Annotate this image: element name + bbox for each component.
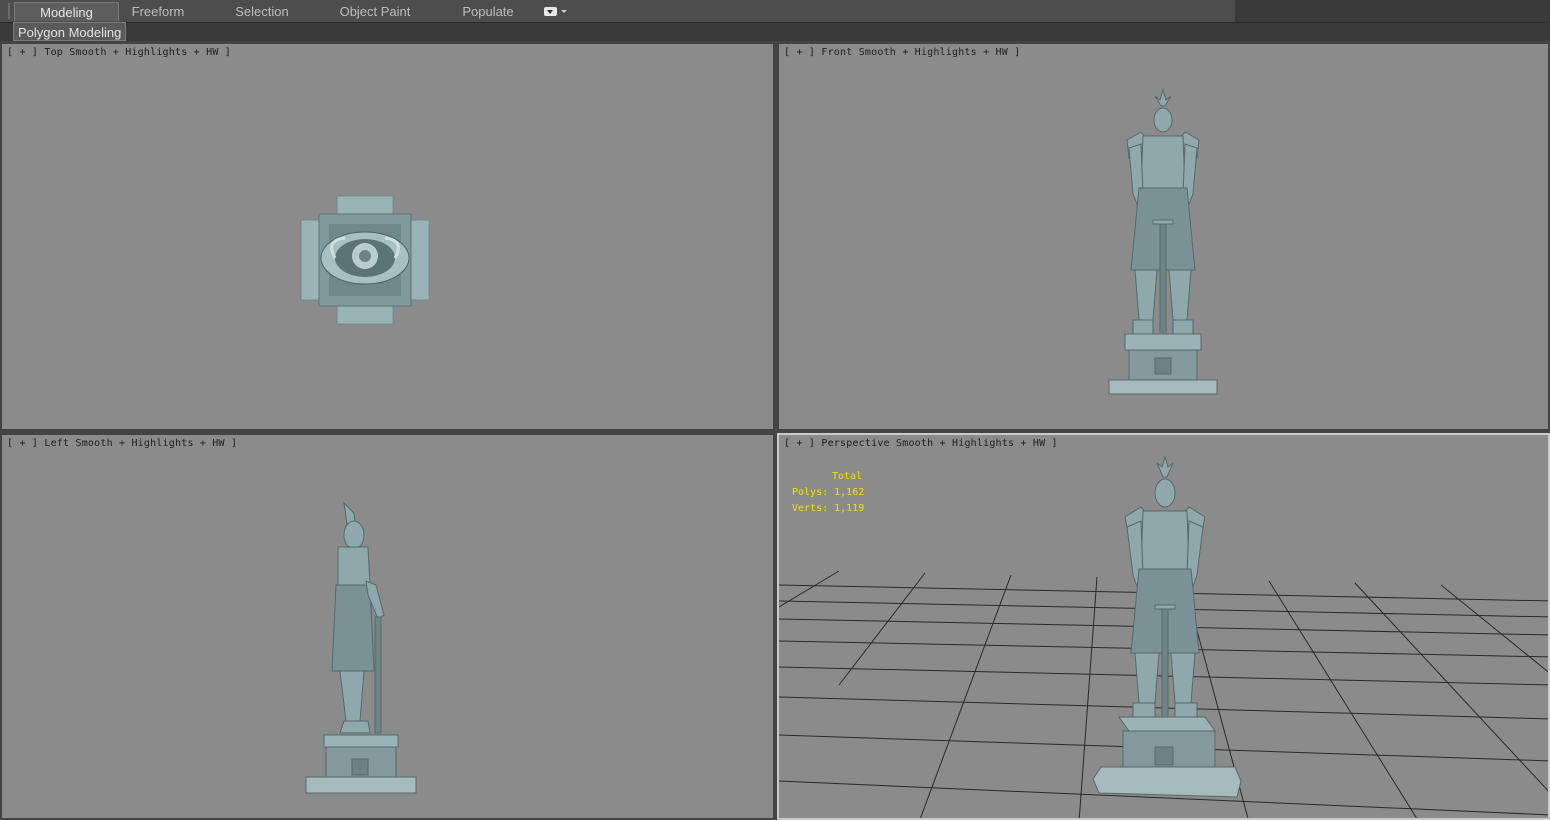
tab-populate[interactable]: Populate — [452, 2, 524, 21]
statue-left-view — [305, 501, 417, 794]
ribbon-display-icon — [544, 7, 557, 16]
tab-object-paint[interactable]: Object Paint — [333, 2, 417, 21]
viewport-front[interactable]: [ + ] Front Smooth + Highlights + HW ] — [777, 42, 1550, 431]
panel-polygon-modeling[interactable]: Polygon Modeling — [13, 22, 127, 41]
ribbon: Modeling Freeform Selection Object Paint… — [0, 0, 1550, 41]
viewport-perspective[interactable]: [ + ] Perspective Smooth + Highlights + … — [777, 433, 1550, 820]
ribbon-options-dropdown[interactable] — [544, 6, 568, 17]
tab-selection[interactable]: Selection — [225, 2, 299, 21]
viewport-left[interactable]: [ + ] Left Smooth + Highlights + HW ] — [0, 433, 775, 820]
tab-freeform[interactable]: Freeform — [122, 2, 194, 21]
chevron-down-icon — [561, 10, 567, 13]
tab-modeling[interactable]: Modeling — [14, 2, 119, 21]
ribbon-tab-bar: Modeling Freeform Selection Object Paint… — [0, 0, 1550, 23]
ribbon-grip[interactable] — [8, 3, 10, 19]
statue-front-view — [1108, 88, 1218, 395]
statue-perspective-view — [1092, 455, 1242, 798]
viewport-top[interactable]: [ + ] Top Smooth + Highlights + HW ] — [0, 42, 775, 431]
statue-top-view — [300, 195, 430, 325]
